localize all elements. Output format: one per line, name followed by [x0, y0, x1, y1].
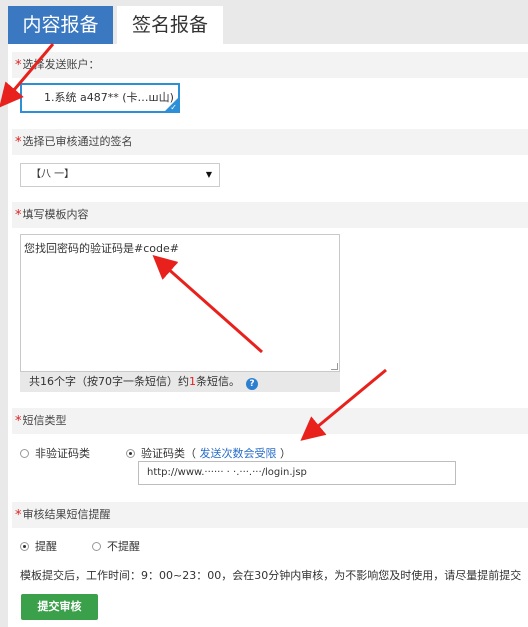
radio-nonverify-label: 非验证码类: [35, 447, 90, 460]
counter-number: 1: [189, 375, 196, 388]
required-mark: *: [15, 208, 22, 223]
section-header-account: *选择发送账户：: [12, 52, 528, 78]
counter-suffix: 条短信。: [196, 375, 240, 388]
limit-link[interactable]: 发送次数会受限: [200, 447, 277, 460]
check-icon: ✓: [170, 103, 177, 112]
section-label-sms-type: 短信类型: [22, 414, 67, 427]
char-counter: 共16个字（按70字一条短信）约1条短信。?: [20, 372, 340, 392]
section-header-review-notice: *审核结果短信提醒: [12, 502, 528, 528]
url-input[interactable]: http://www.······ · ·.···.···/login.jsp: [138, 461, 456, 485]
counter-prefix: 共16个字（按70字一条短信）约: [29, 375, 189, 388]
url-value: http://www.······ · ·.···.···/login.jsp: [147, 467, 307, 478]
resize-handle-icon[interactable]: [331, 363, 338, 370]
help-icon[interactable]: ?: [246, 378, 258, 390]
template-textarea[interactable]: 您找回密码的验证码是#code#: [20, 234, 340, 372]
required-mark: *: [15, 414, 22, 429]
tab-signature-report[interactable]: 签名报备: [117, 6, 223, 44]
template-text: 您找回密码的验证码是#code#: [24, 242, 179, 255]
account-value: 1.系统 a487** (卡…ш山): [44, 91, 174, 104]
required-mark: *: [15, 135, 22, 150]
radio-circle-icon[interactable]: [20, 449, 29, 458]
radio-selected-icon[interactable]: [20, 542, 29, 551]
required-mark: *: [15, 508, 22, 523]
radio-circle-icon[interactable]: [92, 542, 101, 551]
radio-remind-label: 提醒: [35, 540, 57, 553]
radio-selected-icon[interactable]: [126, 449, 135, 458]
tab-bar: 内容报备 签名报备: [0, 0, 528, 44]
chevron-down-icon: ▼: [205, 170, 212, 179]
radio-nonverify[interactable]: 非验证码类: [20, 445, 90, 461]
account-selector[interactable]: 1.系统 a487** (卡…ш山) ✓: [20, 83, 180, 113]
section-label-signature: 选择已审核通过的签名: [22, 135, 133, 148]
section-label-review-notice: 审核结果短信提醒: [22, 508, 111, 521]
section-header-signature: *选择已审核通过的签名: [12, 129, 528, 155]
radio-remind[interactable]: 提醒: [20, 538, 57, 554]
section-label-account: 选择发送账户：: [22, 58, 100, 71]
radio-verify-label: 验证码类（: [141, 447, 196, 460]
required-mark: *: [15, 58, 22, 73]
section-header-sms-type: *短信类型: [12, 408, 528, 434]
signature-select[interactable]: 【八 一】 ▼: [20, 163, 220, 187]
radio-noremind[interactable]: 不提醒: [92, 538, 140, 554]
submit-review-button[interactable]: 提交审核: [21, 594, 98, 620]
radio-noremind-label: 不提醒: [107, 540, 140, 553]
signature-value: 【八 一】: [31, 169, 75, 180]
review-note: 模板提交后，工作时间：9：00~23：00，会在30分钟内审核，为不影响您及时使…: [20, 569, 522, 582]
section-header-template: *填写模板内容: [12, 202, 528, 228]
tab-content-report[interactable]: 内容报备: [8, 6, 113, 44]
section-label-template: 填写模板内容: [22, 208, 89, 221]
left-gutter: [0, 44, 8, 627]
radio-verify[interactable]: 验证码类（ 发送次数会受限 ）: [126, 445, 291, 461]
close-paren: ）: [280, 447, 291, 460]
